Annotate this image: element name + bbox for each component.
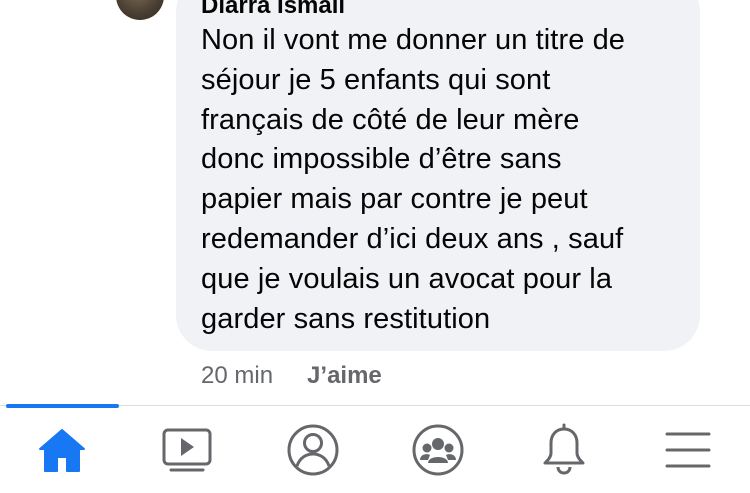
bottom-nav: [0, 406, 750, 493]
tab-video[interactable]: [157, 420, 217, 480]
comment-view: Diarra Ismail Non il vont me donner un t…: [0, 0, 750, 493]
video-icon: [162, 428, 212, 472]
menu-icon: [665, 432, 711, 468]
comment-text: Non il vont me donner un titre de séjour…: [201, 24, 626, 335]
tab-home[interactable]: [32, 420, 92, 480]
avatar[interactable]: [116, 0, 164, 20]
comment-author[interactable]: Diarra Ismail: [201, 0, 345, 20]
tab-groups[interactable]: [408, 420, 468, 480]
groups-icon: [412, 424, 464, 476]
comment-timestamp: 20 min: [201, 362, 274, 389]
like-button[interactable]: J’aime: [307, 362, 382, 390]
comment-meta: 20 min J’aime: [201, 361, 382, 391]
tab-profile[interactable]: [283, 420, 343, 480]
bell-icon: [543, 423, 585, 475]
profile-icon: [287, 424, 339, 476]
home-icon: [39, 429, 85, 472]
tab-notifications[interactable]: [534, 420, 594, 480]
tab-menu[interactable]: [658, 420, 718, 480]
